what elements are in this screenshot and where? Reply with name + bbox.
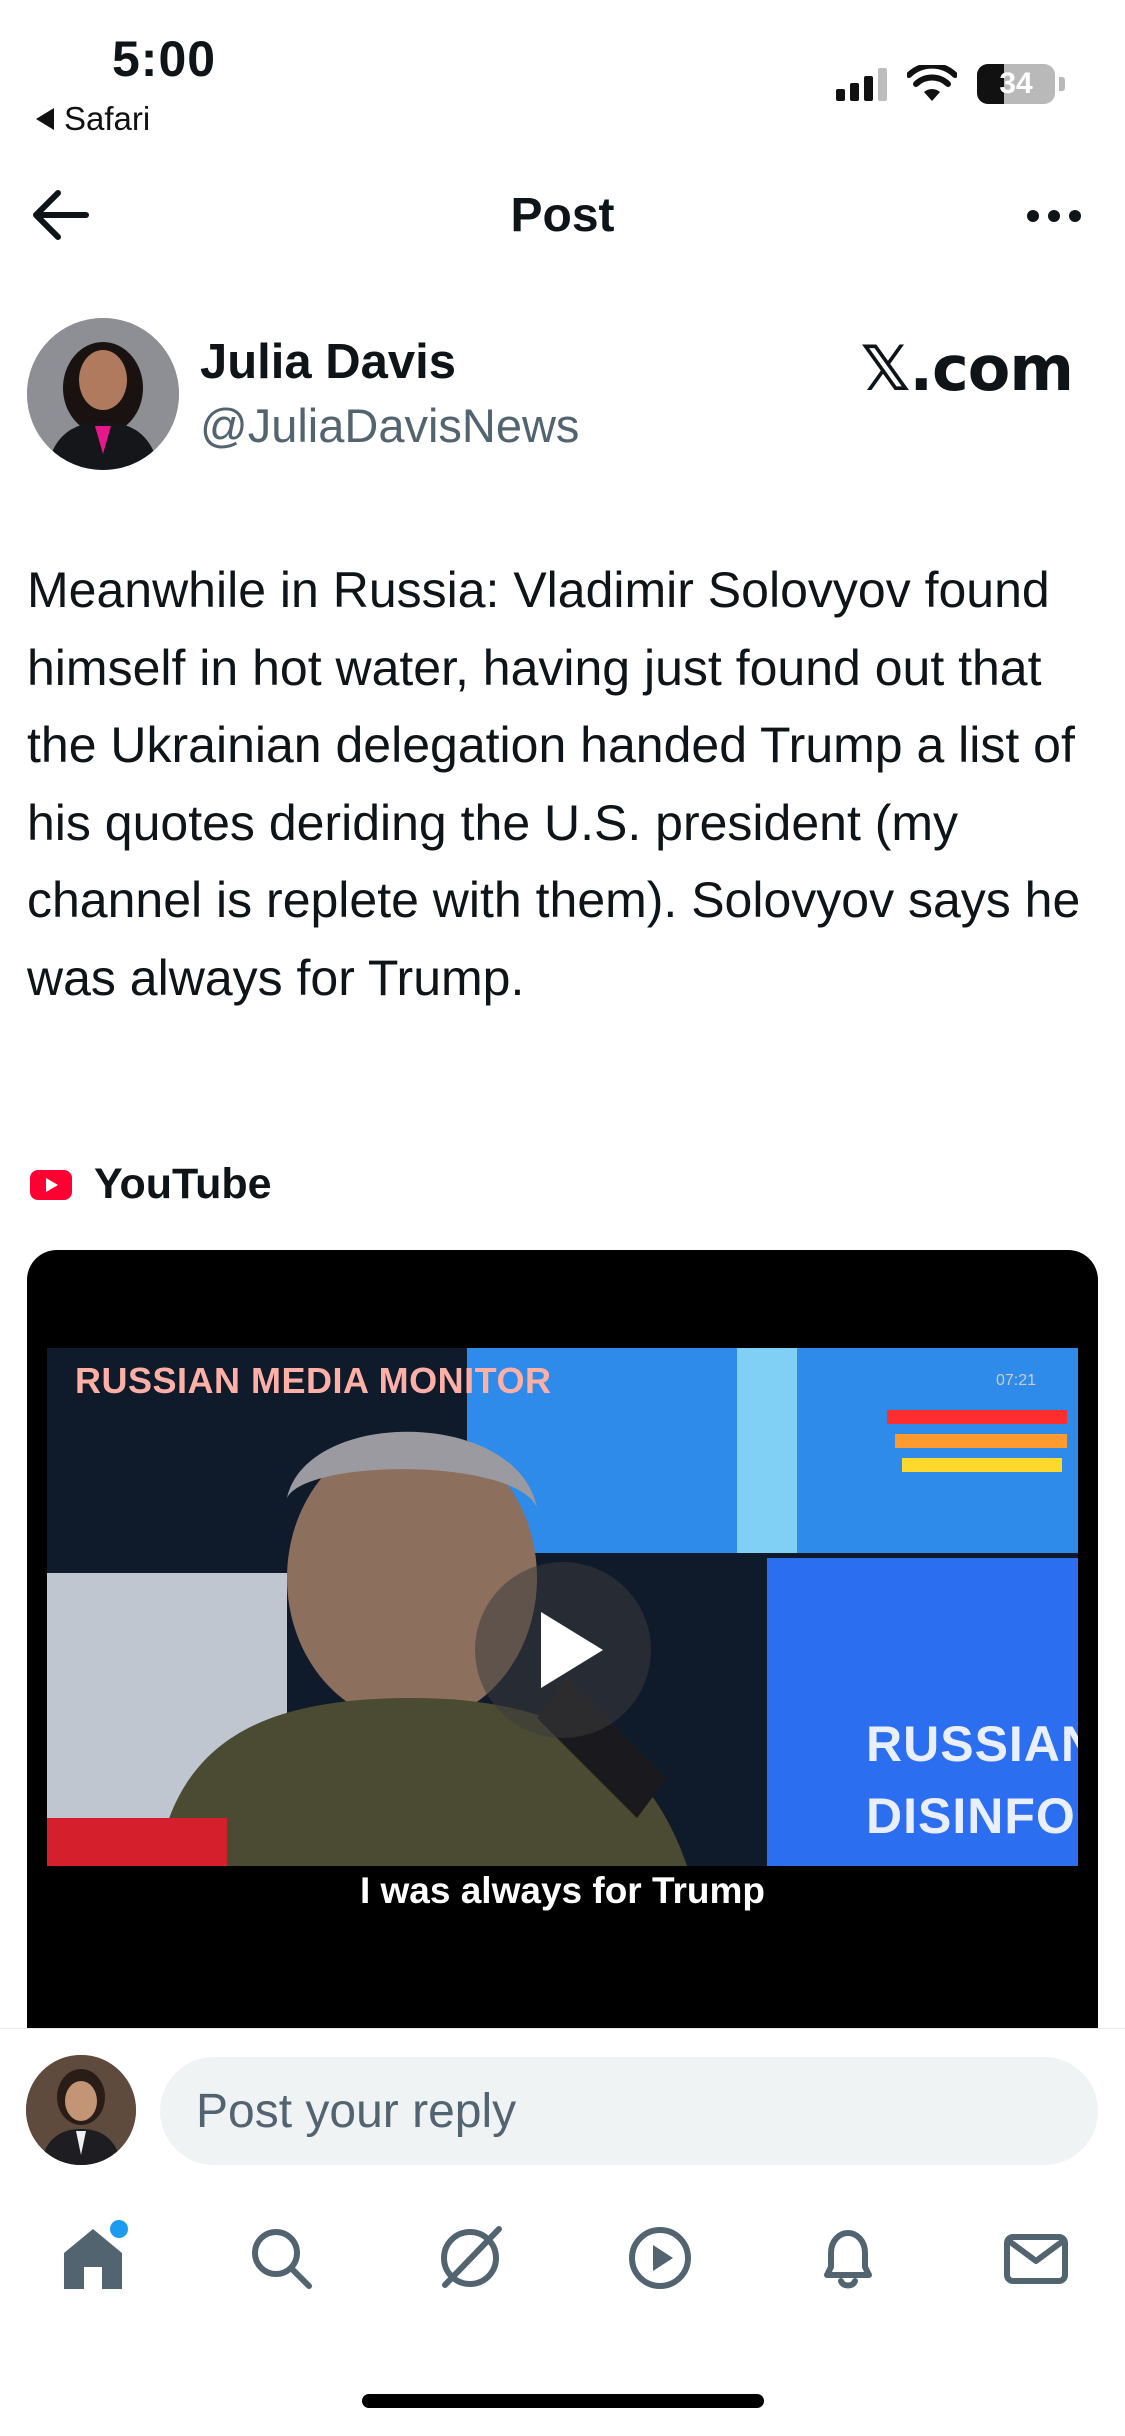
reply-bar: [0, 2028, 1125, 2178]
wifi-icon: [907, 65, 957, 101]
back-app-label: Safari: [64, 100, 151, 137]
reply-input[interactable]: [160, 2057, 1098, 2165]
back-triangle-icon: [36, 108, 54, 130]
screen: 5:00 Safari 34 Post Julia Davis @JuliaDa…: [0, 0, 1125, 2436]
media-source[interactable]: YouTube: [30, 1160, 272, 1209]
home-notification-dot: [110, 2220, 128, 2238]
user-avatar[interactable]: [26, 2055, 136, 2165]
nav-header: Post: [0, 170, 1125, 260]
author-name[interactable]: Julia Davis: [200, 334, 456, 390]
messages-icon[interactable]: [996, 2218, 1076, 2298]
video-icon[interactable]: [620, 2218, 700, 2298]
author-avatar[interactable]: [27, 318, 179, 470]
video-overlay-brand: RUSSIAN DISINFO: [866, 1716, 1078, 1844]
video-overlay-clock: 07:21: [995, 1372, 1036, 1389]
youtube-icon: [30, 1169, 72, 1200]
media-source-label: YouTube: [94, 1160, 272, 1208]
battery-level: 34: [999, 67, 1033, 100]
page-title: Post: [510, 189, 615, 242]
play-icon[interactable]: [475, 1562, 651, 1738]
video-card[interactable]: RUSSIAN MEDIA MONITOR 07:21 RUSSIAN DISI…: [27, 1250, 1098, 2035]
status-time: 5:00: [112, 31, 217, 87]
battery-icon: 34: [977, 64, 1055, 104]
post-text: Meanwhile in Russia: Vladimir Solovyov f…: [27, 562, 1081, 1006]
x-watermark: 𝕏.com: [860, 332, 1074, 405]
more-options-icon[interactable]: [1027, 210, 1081, 222]
video-overlay-title: RUSSIAN MEDIA MONITOR: [75, 1360, 552, 1401]
back-to-app-link[interactable]: Safari: [36, 100, 150, 138]
author-handle[interactable]: @JuliaDavisNews: [200, 398, 579, 453]
bottom-tab-bar: [0, 2200, 1125, 2320]
notifications-icon[interactable]: [808, 2218, 888, 2298]
status-icons: 34: [836, 64, 1065, 104]
video-caption: I was always for Trump: [359, 1870, 766, 1911]
home-indicator[interactable]: [362, 2394, 764, 2408]
grok-icon[interactable]: [430, 2218, 510, 2298]
search-icon[interactable]: [241, 2218, 321, 2298]
cellular-signal-icon: [836, 67, 887, 101]
